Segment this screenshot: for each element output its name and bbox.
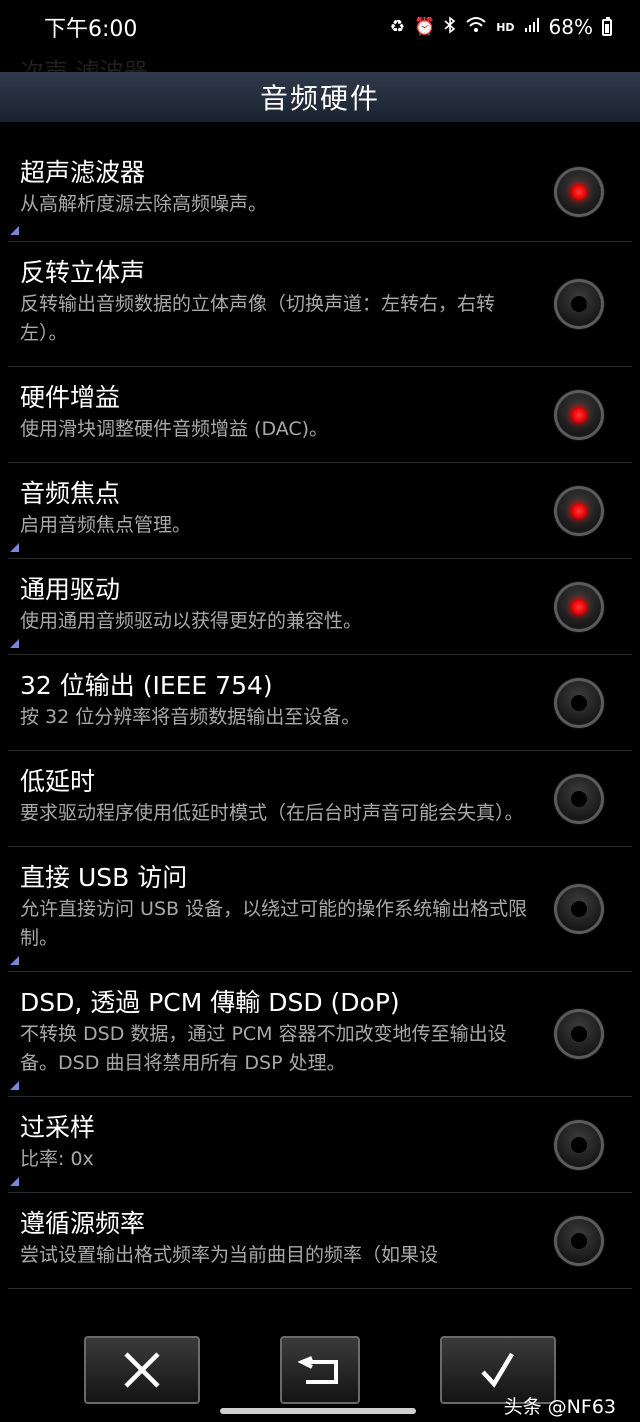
setting-description: 比率: 0x [20, 1148, 94, 1170]
setting-title: 低延时 [20, 767, 96, 796]
setting-title: 硬件增益 [20, 383, 121, 412]
setting-description: 从高解析度源去除高频噪声。 [20, 193, 268, 215]
setting-description: 不转换 DSD 数据，通过 PCM 容器不加改变地传至输出设备。DSD 曲目将禁… [20, 1023, 507, 1074]
setting-title: 过采样 [20, 1113, 96, 1142]
status-icons: ♻ ⏰ HD 68% [390, 15, 612, 39]
setting-radio-toggle[interactable] [554, 389, 604, 440]
status-bar: 下午6:00 ♻ ⏰ HD 68% [0, 0, 640, 54]
setting-row[interactable]: 遵循源频率尝试设置输出格式频率为当前曲目的频率（如果设 [8, 1193, 632, 1289]
setting-title: 音频焦点 [20, 479, 121, 508]
setting-row[interactable]: 音频焦点启用音频焦点管理。 [8, 463, 632, 559]
alarm-icon: ⏰ [414, 17, 436, 37]
setting-row[interactable]: 超声滤波器从高解析度源去除高频噪声。 [8, 142, 632, 242]
setting-row[interactable]: 反转立体声反转输出音频数据的立体声像（切换声道：左转右，右转左）。 [8, 242, 632, 367]
setting-radio-toggle[interactable] [554, 1215, 604, 1266]
corner-triangle-icon [10, 956, 19, 965]
setting-description: 要求驱动程序使用低延时模式（在后台时声音可能会失真）。 [20, 802, 524, 824]
setting-row[interactable]: 低延时要求驱动程序使用低延时模式（在后台时声音可能会失真）。 [8, 751, 632, 847]
radio-indicator [571, 502, 587, 519]
setting-description: 反转输出音频数据的立体声像（切换声道：左转右，右转左）。 [20, 293, 496, 344]
battery-icon [602, 16, 612, 36]
radio-indicator [571, 790, 587, 807]
bottom-action-bar: 头条 @NF63 [0, 1334, 640, 1422]
setting-description: 使用通用音频驱动以获得更好的兼容性。 [20, 610, 363, 632]
corner-triangle-icon [10, 639, 19, 648]
corner-triangle-icon [10, 1081, 19, 1090]
home-indicator[interactable] [220, 1408, 416, 1414]
radio-indicator [571, 296, 587, 312]
page-title: 音频硬件 [0, 72, 640, 122]
hd-icon: HD [496, 20, 515, 34]
close-icon [122, 1350, 162, 1390]
radio-indicator [571, 183, 587, 200]
setting-radio-toggle[interactable] [554, 581, 604, 632]
setting-radio-toggle[interactable] [554, 884, 604, 934]
settings-list[interactable]: 超声滤波器从高解析度源去除高频噪声。反转立体声反转输出音频数据的立体声像（切换声… [0, 142, 640, 1328]
setting-radio-toggle[interactable] [554, 1119, 604, 1170]
cancel-button[interactable] [84, 1336, 200, 1404]
setting-row[interactable]: 直接 USB 访问允许直接访问 USB 设备，以绕过可能的操作系统输出格式限制。 [8, 847, 632, 972]
setting-title: 直接 USB 访问 [20, 863, 188, 892]
corner-triangle-icon [10, 226, 19, 235]
setting-title: 超声滤波器 [20, 158, 146, 187]
setting-radio-toggle[interactable] [554, 773, 604, 824]
wifi-icon [465, 16, 487, 39]
radio-indicator [571, 694, 587, 711]
corner-triangle-icon [10, 543, 19, 552]
setting-radio-toggle[interactable] [554, 677, 604, 728]
signal-icon [524, 17, 540, 38]
setting-description: 使用滑块调整硬件音频增益 (DAC)。 [20, 418, 329, 440]
setting-radio-toggle[interactable] [554, 485, 604, 536]
recycle-icon: ♻ [389, 17, 406, 37]
watermark: 头条 @NF63 [503, 1396, 616, 1418]
undo-button[interactable] [280, 1336, 360, 1404]
setting-radio-toggle[interactable] [554, 166, 604, 217]
radio-indicator [571, 1026, 587, 1042]
setting-title: 反转立体声 [20, 258, 146, 287]
setting-title: 32 位输出 (IEEE 754) [20, 671, 273, 700]
undo-icon [298, 1352, 342, 1388]
setting-title: 遵循源频率 [20, 1209, 146, 1238]
setting-title: DSD, 透過 PCM 傳輸 DSD (DoP) [20, 988, 400, 1017]
list-fade [0, 1290, 640, 1334]
corner-triangle-icon [10, 1177, 19, 1186]
setting-row[interactable]: 硬件增益使用滑块调整硬件音频增益 (DAC)。 [8, 367, 632, 463]
setting-description: 按 32 位分辨率将音频数据输出至设备。 [20, 706, 361, 728]
setting-row[interactable]: 过采样比率: 0x [8, 1097, 632, 1193]
bluetooth-icon [444, 15, 456, 39]
setting-description: 尝试设置输出格式频率为当前曲目的频率（如果设 [20, 1244, 439, 1266]
radio-indicator [571, 901, 587, 917]
radio-indicator [571, 1232, 587, 1249]
setting-description: 允许直接访问 USB 设备，以绕过可能的操作系统输出格式限制。 [20, 898, 528, 949]
radio-indicator [571, 1136, 587, 1153]
battery-percent: 68% [548, 15, 593, 39]
setting-radio-toggle[interactable] [554, 1009, 604, 1059]
setting-radio-toggle[interactable] [554, 279, 604, 329]
check-icon [478, 1350, 518, 1390]
radio-indicator [571, 598, 587, 615]
status-time: 下午6:00 [44, 17, 138, 42]
setting-title: 通用驱动 [20, 575, 121, 604]
radio-indicator [571, 406, 587, 423]
setting-description: 启用音频焦点管理。 [20, 514, 192, 536]
setting-row[interactable]: DSD, 透過 PCM 傳輸 DSD (DoP) 不转换 DSD 数据，通过 PC… [8, 972, 632, 1097]
setting-row[interactable]: 32 位输出 (IEEE 754) 按 32 位分辨率将音频数据输出至设备。 [8, 655, 632, 751]
setting-row[interactable]: 通用驱动使用通用音频驱动以获得更好的兼容性。 [8, 559, 632, 655]
